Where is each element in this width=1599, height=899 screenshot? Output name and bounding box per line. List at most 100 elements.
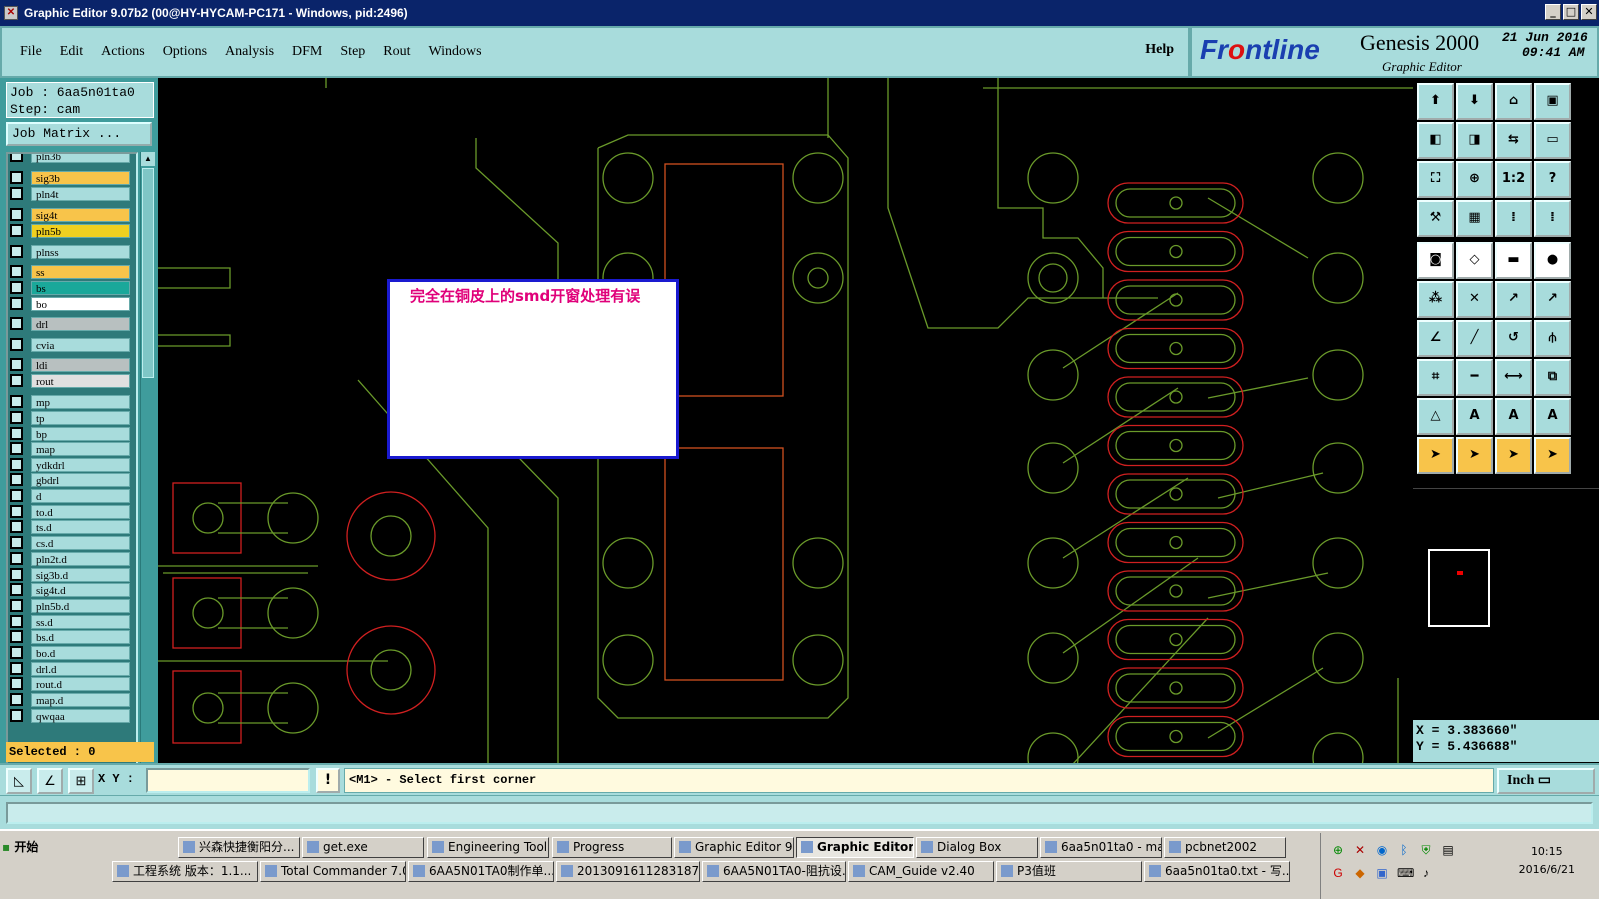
layer-row[interactable]: cvia (10, 337, 130, 352)
help-icon[interactable]: ? (1534, 161, 1571, 198)
layer-name[interactable]: bp (31, 426, 130, 441)
layer-checkbox[interactable] (10, 442, 23, 455)
overview-map[interactable] (1413, 488, 1599, 718)
layer-name[interactable]: bs.d (31, 629, 130, 644)
layer-checkbox[interactable] (10, 662, 23, 675)
layer-checkbox[interactable] (10, 677, 23, 690)
layer-row[interactable]: gbdrl (10, 472, 130, 487)
layer-name[interactable]: cs.d (31, 535, 130, 550)
layer-name[interactable]: sig3b.d (31, 567, 130, 582)
layer-name[interactable]: pln3b (31, 154, 130, 163)
measure-icon[interactable]: ⟷ (1495, 359, 1532, 396)
redo-view-icon[interactable]: ◨ (1456, 122, 1493, 159)
menu-windows[interactable]: Windows (429, 44, 482, 60)
grid-mode-icon[interactable]: ⊞ (68, 768, 94, 794)
layer-checkbox[interactable] (10, 265, 23, 278)
layer-name[interactable]: sig4t.d (31, 582, 130, 597)
taskbar-button[interactable]: 2013091611283187 5.... (556, 861, 700, 882)
layer-list[interactable]: pln3b sig3b pln4t sig4t pln5b plnss ss bs bo drl c… (6, 152, 138, 812)
layer-name[interactable]: pln5b (31, 223, 130, 238)
layer-checkbox[interactable] (10, 646, 23, 659)
taskbar-button[interactable]: Engineering Toolk... (427, 837, 549, 858)
layer-checkbox[interactable] (10, 224, 23, 237)
layer-checkbox[interactable] (10, 505, 23, 518)
move-node-icon[interactable]: ↗ (1495, 281, 1532, 318)
layer-checkbox[interactable] (10, 171, 23, 184)
layer-checkbox[interactable] (10, 208, 23, 221)
menu-step[interactable]: Step (340, 44, 365, 60)
layer-checkbox[interactable] (10, 427, 23, 440)
layer-name[interactable]: rout (31, 373, 130, 388)
antivirus-icon[interactable]: ◆ (1353, 866, 1367, 880)
window-icon[interactable]: ▣ (1534, 83, 1571, 120)
layer-row[interactable]: ydkdrl (10, 457, 130, 472)
layer-row[interactable]: map (10, 441, 130, 456)
layer-compare-2-icon[interactable]: ⁞ (1534, 200, 1571, 237)
layer-checkbox[interactable] (10, 317, 23, 330)
layer-row[interactable]: ss (10, 264, 130, 279)
grid-icon[interactable]: ▦ (1456, 200, 1493, 237)
alert-icon[interactable]: ! (316, 768, 340, 793)
menu-actions[interactable]: Actions (101, 44, 145, 60)
layer-checkbox[interactable] (10, 187, 23, 200)
taskbar-button[interactable]: P3值班 (996, 861, 1142, 882)
scale-icon[interactable]: 1:2 (1495, 161, 1532, 198)
pad-icon[interactable]: ◙ (1417, 242, 1454, 279)
layer-checkbox[interactable] (10, 630, 23, 643)
zoom-fit-icon[interactable]: ⛶ (1417, 161, 1454, 198)
layer-name[interactable]: bs (31, 280, 130, 295)
menu-options[interactable]: Options (163, 44, 207, 60)
network-icon[interactable]: ⊕ (1331, 843, 1345, 857)
layer-checkbox[interactable] (10, 520, 23, 533)
keyboard-icon[interactable]: ⌨ (1397, 866, 1414, 880)
layer-row[interactable]: drl (10, 316, 130, 331)
layer-checkbox[interactable] (10, 358, 23, 371)
layer-name[interactable]: to.d (31, 504, 130, 519)
job-matrix-button[interactable]: Job Matrix ... (6, 122, 152, 146)
layer-row[interactable]: mp (10, 394, 130, 409)
line-icon[interactable]: ╱ (1456, 320, 1493, 357)
layer-checkbox[interactable] (10, 489, 23, 502)
layer-checkbox[interactable] (10, 583, 23, 596)
display-icon[interactable]: ▭ (1534, 122, 1571, 159)
taskbar-button[interactable]: pcbnet2002 (1164, 837, 1286, 858)
open-step-icon[interactable]: ⬆ (1417, 83, 1454, 120)
taskbar-button[interactable]: 6AA5N01TA0制作单.... (408, 861, 554, 882)
layer-name[interactable]: cvia (31, 337, 130, 352)
layer-name[interactable]: plnss (31, 244, 130, 259)
snap-icon[interactable]: ⌗ (1417, 359, 1454, 396)
layer-row[interactable]: drl.d (10, 661, 130, 676)
save-icon[interactable]: ⬇ (1456, 83, 1493, 120)
layer-checkbox[interactable] (10, 615, 23, 628)
layer-row[interactable]: pln5b (10, 223, 130, 238)
layer-name[interactable]: ss (31, 264, 130, 279)
menu-edit[interactable]: Edit (60, 44, 83, 60)
layer-row[interactable]: plnss (10, 244, 130, 259)
text-a-3-icon[interactable]: A (1534, 398, 1571, 435)
layer-row[interactable]: cs.d (10, 535, 130, 550)
layer-name[interactable]: sig3b (31, 170, 130, 185)
close-tray-icon[interactable]: ✕ (1353, 843, 1367, 857)
line-mode-icon[interactable]: ◺ (6, 768, 32, 794)
taskbar-button[interactable]: Dialog Box (916, 837, 1038, 858)
layer-name[interactable]: ydkdrl (31, 457, 130, 472)
start-button[interactable]: ▪ 开始 (2, 835, 48, 859)
taskbar-button[interactable]: 6aa5n01ta0.txt - 写... (1144, 861, 1290, 882)
taskbar-button[interactable]: get.exe (302, 837, 424, 858)
maximize-button[interactable]: □ (1563, 4, 1579, 20)
layer-name[interactable]: drl.d (31, 661, 130, 676)
menu-help[interactable]: Help (1145, 42, 1174, 58)
layer-checkbox[interactable] (10, 297, 23, 310)
select-arrow-icon[interactable]: ➤ (1417, 437, 1454, 474)
bluetooth-icon[interactable]: ᛒ (1397, 843, 1411, 857)
layer-row[interactable]: ts.d (10, 519, 130, 534)
angle-mode-icon[interactable]: ∠ (37, 768, 63, 794)
text-a-icon[interactable]: A (1456, 398, 1493, 435)
tool-icon[interactable]: ⚒ (1417, 200, 1454, 237)
taskbar-button[interactable]: Graphic Editor 9.... (674, 837, 794, 858)
copy-icon[interactable]: ⧉ (1534, 359, 1571, 396)
layer-row[interactable]: ss.d (10, 614, 130, 629)
layer-name[interactable]: map.d (31, 692, 130, 707)
layer-row[interactable]: bo.d (10, 645, 130, 660)
layer-row[interactable]: sig3b.d (10, 567, 130, 582)
